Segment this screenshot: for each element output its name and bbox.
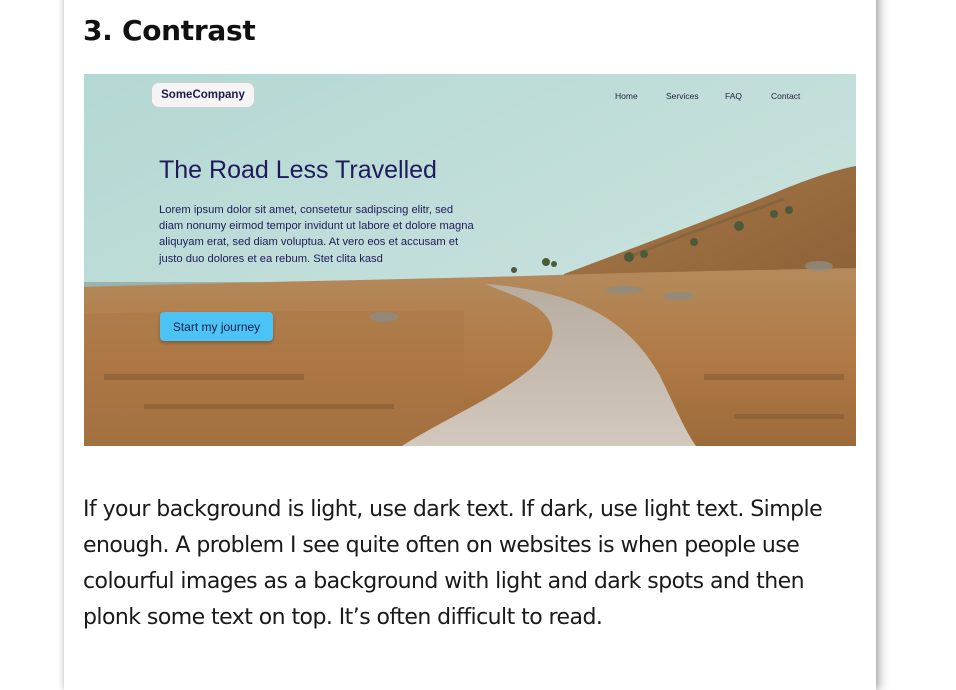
website-mockup-image: SomeCompany Home Services FAQ Contact Th… xyxy=(84,74,856,446)
nav-link-home[interactable]: Home xyxy=(615,91,638,101)
nav-link-contact[interactable]: Contact xyxy=(771,91,800,101)
nav-link-services[interactable]: Services xyxy=(666,91,699,101)
start-journey-button[interactable]: Start my journey xyxy=(160,312,273,341)
section-heading: 3. Contrast xyxy=(83,14,256,47)
hero-paragraph: Lorem ipsum dolor sit amet, consetetur s… xyxy=(159,204,474,265)
mockup-logo[interactable]: SomeCompany xyxy=(151,82,255,108)
section-body-text: If your background is light, use dark te… xyxy=(83,497,823,630)
nav-link-faq[interactable]: FAQ xyxy=(725,91,742,101)
hero-title: The Road Less Travelled xyxy=(159,156,437,184)
